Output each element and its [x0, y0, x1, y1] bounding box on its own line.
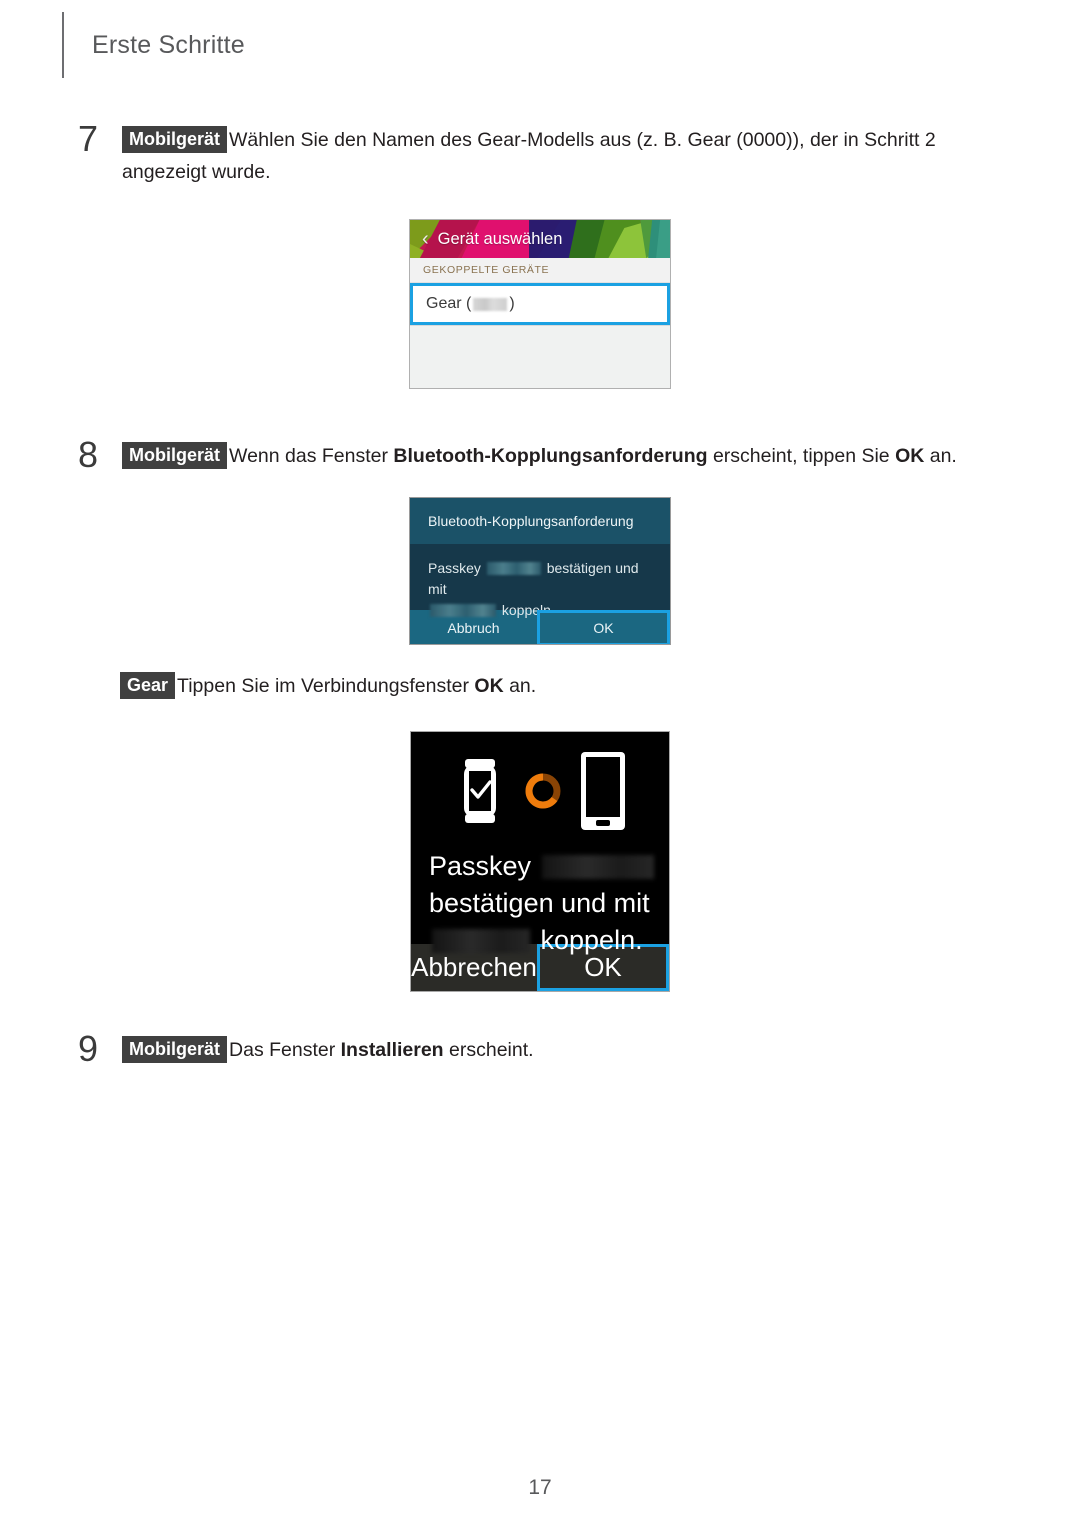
- paired-device-label-end: ): [509, 295, 515, 312]
- screenshot-bluetooth-dialog: Bluetooth-Kopplungsanforderung Passkey b…: [409, 497, 671, 645]
- step-gear-text-2: an.: [503, 675, 537, 697]
- gear-message-part-2: bestätigen und mit: [429, 888, 650, 918]
- paired-devices-section-label: GEKOPPELTE GERÄTE: [410, 258, 670, 283]
- step-7-number: 7: [78, 118, 99, 159]
- step-9-device-tag: Mobilgerät: [122, 1036, 228, 1063]
- step-8-text: Mobilgerät Wenn das Fenster Bluetooth-Kop…: [122, 436, 957, 472]
- screenshot-device-select: ‹ Gerät auswählen GEKOPPELTE GERÄTE Gear…: [409, 219, 671, 389]
- paired-device-row-gear[interactable]: Gear (): [410, 283, 670, 325]
- bluetooth-dialog-title: Bluetooth-Kopplungsanforderung: [410, 498, 670, 544]
- step-9-text: Mobilgerät Das Fenster Installieren ersch…: [122, 1030, 534, 1066]
- chevron-left-icon[interactable]: ‹: [422, 229, 429, 249]
- step-gear-device-tag: Gear: [120, 672, 176, 699]
- gear-pairing-message: Passkey bestätigen und mit koppeln.: [411, 844, 669, 955]
- phone-icon: [581, 752, 625, 830]
- screenshot-gear-watch: Passkey bestätigen und mit koppeln. Abbr…: [410, 731, 670, 992]
- step-7: 7 Mobilgerät Wählen Sie den Namen des Gea…: [78, 120, 978, 188]
- device-select-app-bar: ‹ Gerät auswählen: [410, 220, 670, 258]
- page-number: 17: [528, 1476, 552, 1499]
- gear-message-part-3: koppeln.: [533, 925, 643, 955]
- step-gear-bold-1: OK: [474, 675, 504, 697]
- gear-message-part-1: Passkey: [429, 851, 539, 881]
- step-9-text-1: Das Fenster: [229, 1039, 341, 1061]
- step-9: 9 Mobilgerät Das Fenster Installieren ers…: [78, 1030, 778, 1068]
- step-9-text-2: erscheint.: [443, 1039, 534, 1061]
- step-7-text: Mobilgerät Wählen Sie den Namen des Gear-…: [122, 120, 978, 188]
- step-8-text-1: Wenn das Fenster: [229, 445, 394, 467]
- paired-device-label: Gear (: [426, 295, 472, 312]
- step-gear-text-1: Tippen Sie im Verbindungsfenster: [177, 675, 475, 697]
- redacted-device-name: [432, 929, 530, 953]
- watch-check-icon: [464, 759, 496, 823]
- step-8-bold-1: Bluetooth-Kopplungsanforderung: [393, 445, 708, 467]
- page-header: Erste Schritte: [62, 12, 245, 78]
- step-gear: Gear Tippen Sie im Verbindungsfenster OK …: [120, 670, 880, 702]
- step-9-bold-1: Installieren: [340, 1039, 444, 1061]
- step-7-sentence: Wählen Sie den Namen des Gear-Modells au…: [122, 129, 936, 183]
- step-8-number: 8: [78, 434, 99, 475]
- device-select-title-group: ‹ Gerät auswählen: [422, 220, 562, 258]
- step-8: 8 Mobilgerät Wenn das Fenster Bluetooth-K…: [78, 436, 1028, 474]
- bluetooth-ok-button[interactable]: OK: [537, 610, 670, 644]
- redacted-device-id: [473, 297, 508, 311]
- step-8-text-3: an.: [924, 445, 957, 467]
- step-8-text-2: erscheint, tippen Sie: [707, 445, 896, 467]
- step-gear-text: Gear Tippen Sie im Verbindungsfenster OK …: [120, 670, 536, 702]
- step-8-device-tag: Mobilgerät: [122, 442, 228, 469]
- bluetooth-dialog-message: Passkey bestätigen und mit koppeln.: [410, 544, 670, 618]
- redacted-passkey: [541, 855, 654, 879]
- device-list-empty-area: [410, 325, 670, 388]
- orange-progress-ring-icon: [525, 773, 561, 809]
- header-divider: [62, 12, 64, 78]
- gear-pairing-icon-row: [411, 732, 669, 844]
- step-7-device-tag: Mobilgerät: [122, 126, 228, 153]
- chapter-title: Erste Schritte: [92, 30, 245, 59]
- redacted-device-name: [430, 604, 496, 617]
- step-9-number: 9: [78, 1028, 99, 1069]
- device-select-title: Gerät auswählen: [437, 229, 563, 248]
- redacted-passkey: [486, 562, 541, 575]
- step-8-bold-2: OK: [895, 445, 925, 467]
- bt-message-part-1: Passkey: [428, 560, 485, 576]
